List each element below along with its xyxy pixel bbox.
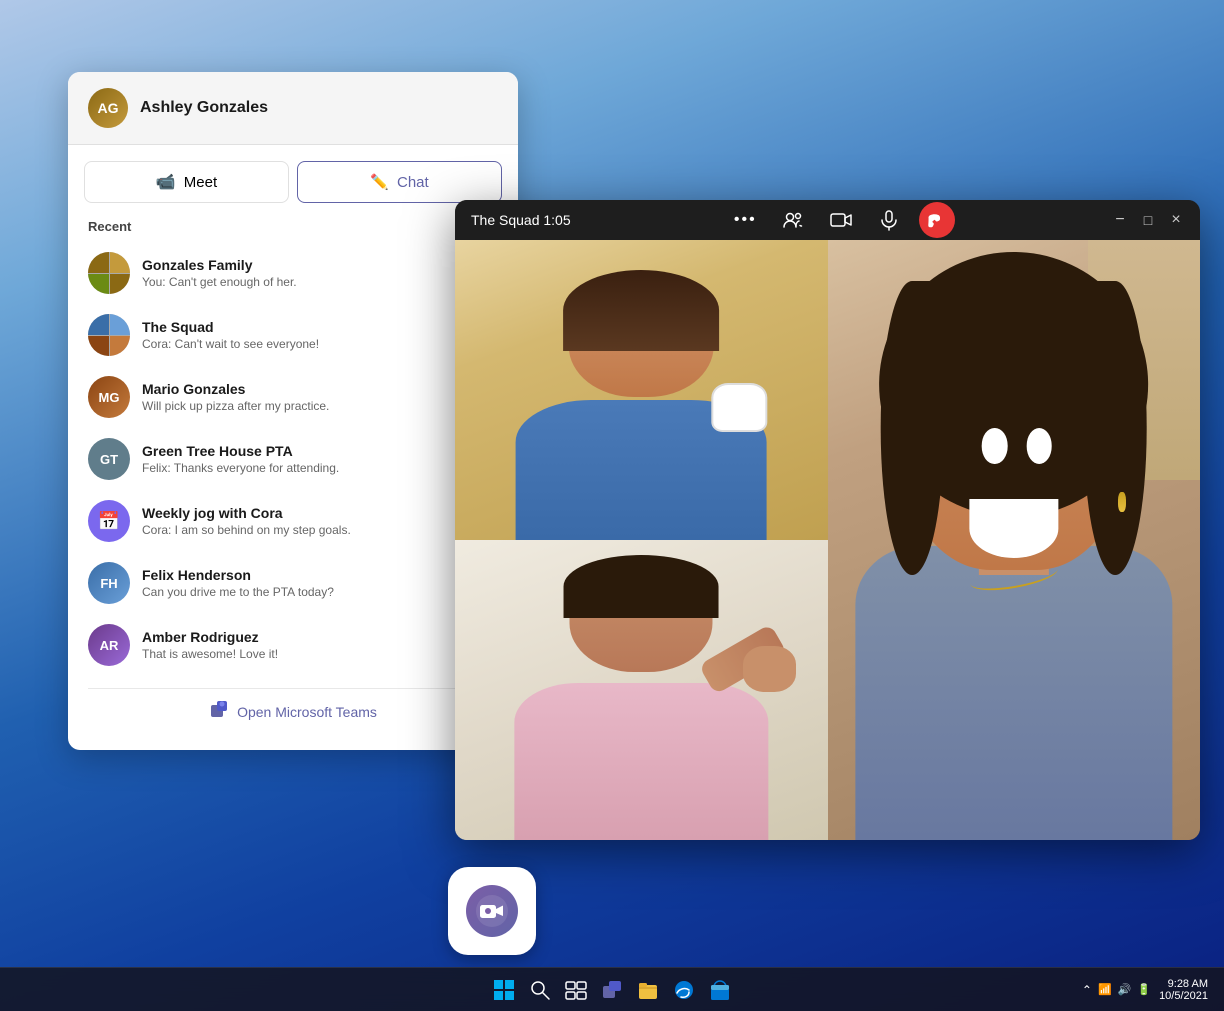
taskbar-center [490,976,734,1004]
taskbar-store-icon[interactable] [706,976,734,1004]
taskbar-teams-icon[interactable] [598,976,626,1004]
taskbar-clock[interactable]: 9:28 AM 10/5/2021 [1159,978,1208,1002]
camera-button[interactable] [823,202,859,238]
call-title: The Squad 1:05 [471,212,571,228]
tab-meet-label: Meet [184,174,217,191]
list-item[interactable]: MG Mario Gonzales Will pick up pizza aft… [76,366,510,428]
open-teams-label: Open Microsoft Teams [237,704,377,720]
chat-item-info: The Squad Cora: Can't wait to see everyo… [142,319,498,351]
network-icon: 📶 [1098,983,1112,996]
chat-item-preview: Can you drive me to the PTA today? [142,585,498,599]
window-controls: − □ × [1112,212,1184,228]
tabs-container: 📹 Meet ✏️ Chat [68,145,518,203]
chat-item-preview: Felix: Thanks everyone for attending. [142,461,498,475]
volume-icon: 🔊 [1118,983,1132,996]
video-grid [455,240,1200,840]
chat-item-info: Gonzales Family You: Can't get enough of… [142,257,498,289]
maximize-button[interactable]: □ [1140,212,1156,228]
avatar: AR [88,624,130,666]
avatar [88,314,130,356]
video-call-window: The Squad 1:05 ••• [455,200,1200,840]
chat-item-name: The Squad [142,319,498,335]
chat-item-info: Weekly jog with Cora Cora: I am so behin… [142,505,498,537]
open-teams-button[interactable]: Open Microsoft Teams [88,688,498,734]
chat-item-name: Weekly jog with Cora [142,505,498,521]
chat-item-info: Amber Rodriguez That is awesome! Love it… [142,629,498,661]
taskbar: ⌃ 📶 🔊 🔋 9:28 AM 10/5/2021 [0,967,1224,1011]
chat-item-name: Green Tree House PTA [142,443,498,459]
tab-chat-label: Chat [397,174,429,191]
video-camera-icon: 📹 [156,172,176,192]
tab-meet[interactable]: 📹 Meet [84,161,289,203]
avatar: MG [88,376,130,418]
windows-logo-icon[interactable] [490,976,518,1004]
list-item[interactable]: FH Felix Henderson Can you drive me to t… [76,552,510,614]
list-item[interactable]: 📅 Weekly jog with Cora Cora: I am so beh… [76,490,510,552]
taskbar-date-display: 10/5/2021 [1159,990,1208,1002]
recent-section-label: Recent [68,203,518,242]
teams-logo-icon [209,699,229,724]
call-controls: ••• [727,202,955,238]
chevron-up-icon[interactable]: ⌃ [1082,983,1092,997]
chat-item-preview: Will pick up pizza after my practice. [142,399,498,413]
video-cell-top-left [455,240,828,540]
chat-item-info: Felix Henderson Can you drive me to the … [142,567,498,599]
avatar: 📅 [88,500,130,542]
system-icons: ⌃ 📶 🔊 🔋 [1082,983,1151,997]
chat-item-preview: That is awesome! Love it! [142,647,498,661]
chat-item-name: Gonzales Family [142,257,498,273]
teams-icon-inner [466,885,518,937]
video-cell-right [828,240,1201,840]
chat-list: Gonzales Family You: Can't get enough of… [68,242,518,676]
user-name: Ashley Gonzales [140,99,268,117]
taskbar-search-icon[interactable] [526,976,554,1004]
chat-item-name: Felix Henderson [142,567,498,583]
list-item[interactable]: GT Green Tree House PTA Felix: Thanks ev… [76,428,510,490]
teams-app-icon[interactable] [448,867,536,955]
list-item[interactable]: Gonzales Family You: Can't get enough of… [76,242,510,304]
close-button[interactable]: × [1168,212,1184,228]
list-item[interactable]: The Squad Cora: Can't wait to see everyo… [76,304,510,366]
taskbar-file-explorer-icon[interactable] [634,976,662,1004]
chat-item-info: Green Tree House PTA Felix: Thanks every… [142,443,498,475]
chat-item-name: Amber Rodriguez [142,629,498,645]
more-options-button[interactable]: ••• [727,202,763,238]
chat-item-name: Mario Gonzales [142,381,498,397]
microphone-button[interactable] [871,202,907,238]
taskbar-edge-icon[interactable] [670,976,698,1004]
battery-icon: 🔋 [1137,983,1151,996]
tab-chat[interactable]: ✏️ Chat [297,161,502,203]
avatar: GT [88,438,130,480]
taskbar-system-tray: ⌃ 📶 🔊 🔋 9:28 AM 10/5/2021 [1082,978,1208,1002]
minimize-button[interactable]: − [1112,212,1128,228]
chat-panel-header: AG Ashley Gonzales [68,72,518,145]
end-call-button[interactable] [919,202,955,238]
chat-item-preview: Cora: Can't wait to see everyone! [142,337,498,351]
participants-button[interactable] [775,202,811,238]
taskbar-time-display: 9:28 AM [1168,978,1208,990]
chat-item-info: Mario Gonzales Will pick up pizza after … [142,381,498,413]
user-avatar: AG [88,88,128,128]
avatar [88,252,130,294]
list-item[interactable]: AR Amber Rodriguez That is awesome! Love… [76,614,510,676]
video-call-titlebar: The Squad 1:05 ••• [455,200,1200,240]
video-cell-bottom-left [455,540,828,840]
chat-icon: ✏️ [370,173,389,191]
chat-item-preview: Cora: I am so behind on my step goals. [142,523,498,537]
chat-panel: AG Ashley Gonzales 📹 Meet ✏️ Chat Recent… [68,72,518,750]
avatar: FH [88,562,130,604]
task-view-icon[interactable] [562,976,590,1004]
chat-item-preview: You: Can't get enough of her. [142,275,498,289]
